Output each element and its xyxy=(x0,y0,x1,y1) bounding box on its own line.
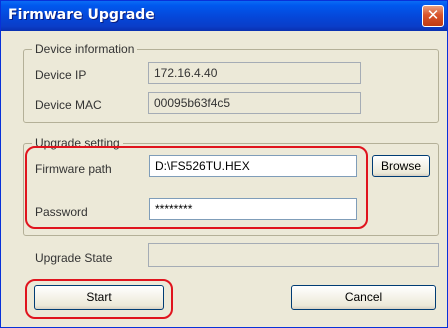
browse-button-label: Browse xyxy=(380,159,421,173)
upgrade-setting-highlight xyxy=(25,146,368,229)
device-information-legend: Device information xyxy=(32,42,138,56)
browse-button[interactable]: Browse xyxy=(372,155,430,177)
close-icon[interactable]: ✕ xyxy=(422,5,444,27)
start-button-highlight xyxy=(25,279,173,319)
cancel-button-label: Cancel xyxy=(344,290,383,304)
upgrade-state-label: Upgrade State xyxy=(35,251,113,265)
device-ip-field: 172.16.4.40 xyxy=(148,62,361,84)
cancel-button[interactable]: Cancel xyxy=(291,285,436,310)
firmware-upgrade-dialog: Firmware Upgrade ✕ Device information De… xyxy=(0,0,448,328)
device-mac-field: 00095b63f4c5 xyxy=(148,92,361,114)
device-ip-label: Device IP xyxy=(35,68,87,82)
device-mac-label: Device MAC xyxy=(35,98,102,112)
title-bar[interactable]: Firmware Upgrade ✕ xyxy=(1,1,447,31)
dialog-title: Firmware Upgrade xyxy=(8,7,155,23)
upgrade-state-field xyxy=(148,243,439,267)
